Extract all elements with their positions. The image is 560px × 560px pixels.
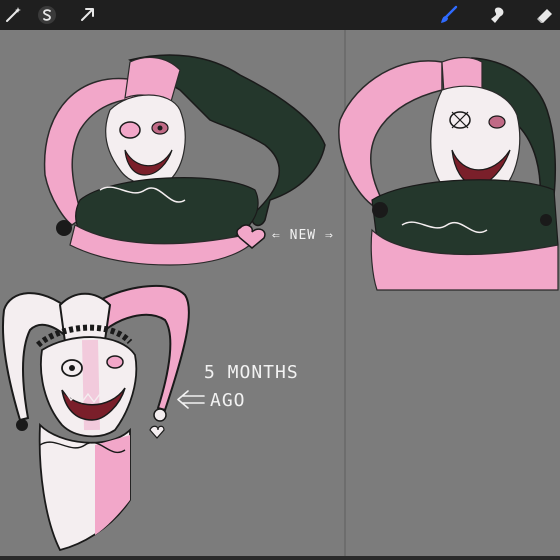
eraser-icon: [537, 9, 552, 23]
brush-icon: [441, 5, 458, 23]
selection-button[interactable]: [36, 4, 58, 26]
arrow-left-icon: [177, 390, 205, 409]
smudge-button[interactable]: [486, 4, 508, 26]
annotation-ago: AGO: [210, 390, 246, 411]
transform-arrow-icon: [81, 8, 94, 21]
procreate-app: ⇐ NEW ⇒ 5 MONTHS AGO: [0, 0, 560, 560]
magic-wand-icon: [6, 7, 21, 22]
annotation-five-months: 5 MONTHS: [204, 362, 299, 383]
annotation-new: ⇐ NEW ⇒: [272, 228, 334, 243]
jester-drawing-old: [1, 284, 190, 552]
top-toolbar: [0, 0, 560, 30]
adjustments-button[interactable]: [2, 4, 24, 26]
smudge-icon: [491, 7, 504, 23]
eraser-button[interactable]: [534, 4, 556, 26]
bottom-edge: [0, 556, 560, 560]
jester-drawing-new-2: [338, 56, 559, 291]
selection-s-icon: [38, 6, 56, 24]
transform-button[interactable]: [76, 4, 98, 26]
paint-button[interactable]: [438, 4, 460, 26]
